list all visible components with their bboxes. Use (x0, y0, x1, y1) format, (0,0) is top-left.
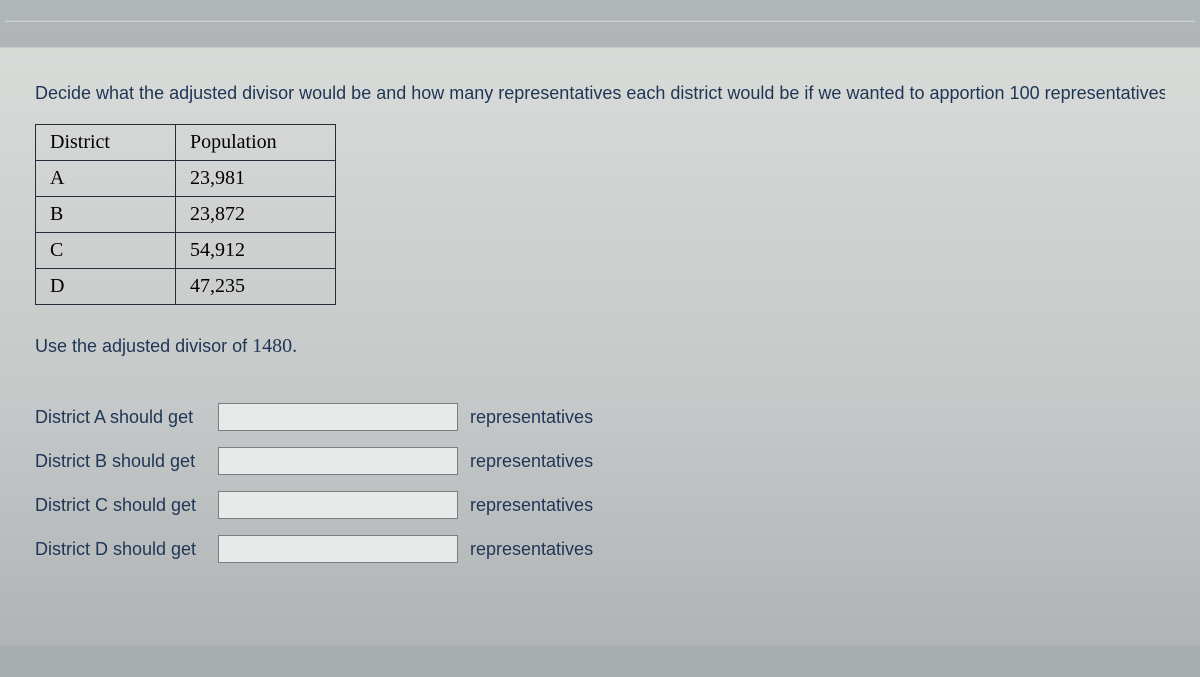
table-header-population: Population (176, 125, 336, 161)
answer-row-b: District B should get representatives (35, 447, 1165, 475)
divisor-value: 1480. (252, 335, 297, 357)
district-c-input[interactable] (218, 491, 458, 519)
answer-row-d: District D should get representatives (35, 535, 1165, 563)
answer-suffix: representatives (470, 539, 593, 560)
district-cell: D (36, 269, 176, 305)
question-prompt: Decide what the adjusted divisor would b… (35, 83, 1165, 104)
answer-suffix: representatives (470, 451, 593, 472)
table-header-row: District Population (36, 125, 336, 161)
population-cell: 47,235 (176, 269, 336, 305)
answer-row-a: District A should get representatives (35, 403, 1165, 431)
population-cell: 23,872 (176, 197, 336, 233)
answer-suffix: representatives (470, 495, 593, 516)
outer-frame: Decide what the adjusted divisor would b… (0, 0, 1200, 677)
answer-section: District A should get representatives Di… (35, 403, 1165, 563)
district-d-input[interactable] (218, 535, 458, 563)
answer-label: District B should get (35, 451, 210, 472)
district-cell: C (36, 233, 176, 269)
table-row: A 23,981 (36, 161, 336, 197)
answer-row-c: District C should get representatives (35, 491, 1165, 519)
divisor-instruction: Use the adjusted divisor of 1480. (35, 335, 1165, 358)
district-b-input[interactable] (218, 447, 458, 475)
question-content: Decide what the adjusted divisor would b… (0, 47, 1200, 647)
district-cell: B (36, 197, 176, 233)
table-row: D 47,235 (36, 269, 336, 305)
answer-suffix: representatives (470, 407, 593, 428)
top-divider (5, 20, 1195, 22)
table-header-district: District (36, 125, 176, 161)
population-table: District Population A 23,981 B 23,872 C … (35, 124, 336, 305)
table-row: C 54,912 (36, 233, 336, 269)
answer-label: District C should get (35, 495, 210, 516)
answer-label: District D should get (35, 539, 210, 560)
district-a-input[interactable] (218, 403, 458, 431)
divisor-prefix: Use the adjusted divisor of (35, 336, 252, 356)
answer-label: District A should get (35, 407, 210, 428)
population-cell: 23,981 (176, 161, 336, 197)
table-row: B 23,872 (36, 197, 336, 233)
district-cell: A (36, 161, 176, 197)
population-cell: 54,912 (176, 233, 336, 269)
